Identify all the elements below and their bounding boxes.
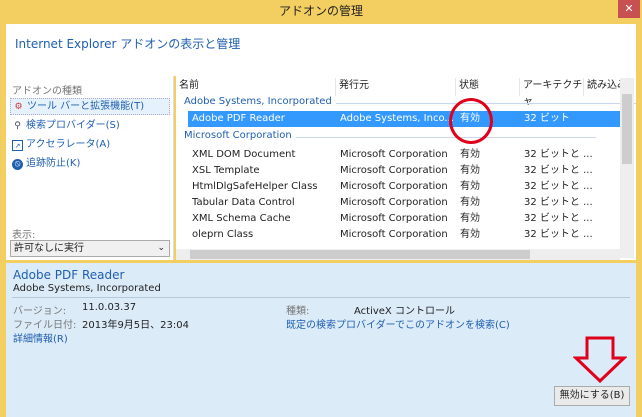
column-load[interactable]: 読み込み	[584, 78, 624, 96]
date-value: 2013年9月5日、23:04	[82, 320, 189, 331]
cell-publisher: Microsoft Corporation	[340, 165, 448, 176]
cell-status: 有効	[460, 197, 480, 208]
search-icon: ⚲	[14, 121, 21, 131]
accelerator-icon: ↗	[12, 140, 23, 151]
scroll-thumb[interactable]	[622, 94, 632, 164]
cell-name: XML Schema Cache	[192, 213, 291, 224]
cell-status: 有効	[460, 149, 480, 160]
column-name[interactable]: 名前	[176, 78, 336, 96]
gear-icon: ⚙	[14, 102, 23, 112]
sidebar-item-search[interactable]: ⚲ 検索プロバイダー(S)	[10, 118, 170, 135]
column-architecture[interactable]: アーキテクチャ	[520, 78, 584, 107]
cell-architecture: 32 ビットと ...	[524, 165, 593, 176]
cell-name: XML DOM Document	[192, 149, 296, 160]
cell-status: 有効	[460, 213, 480, 224]
scroll-thumb[interactable]	[190, 250, 530, 259]
detail-publisher: Adobe Systems, Incorporated	[13, 283, 161, 294]
table-row[interactable]: Tabular Data Control Microsoft Corporatio…	[188, 195, 620, 211]
cell-architecture: 32 ビットと ...	[524, 229, 593, 240]
sidebar-item-label: 検索プロバイダー(S)	[26, 120, 120, 131]
cell-publisher: Adobe Systems, Inco...	[340, 113, 454, 124]
type-label: 種類:	[286, 306, 310, 317]
cell-name: XSL Template	[192, 165, 260, 176]
group-header: Adobe Systems, Incorporated	[184, 96, 636, 107]
close-button[interactable]: ✕	[618, 0, 640, 18]
cell-status: 有効	[460, 165, 480, 176]
show-label: 表示:	[12, 230, 36, 241]
sidebar-item-label: 追跡防止(K)	[26, 158, 81, 169]
column-status[interactable]: 状態	[456, 78, 520, 96]
cell-architecture: 32 ビットと ...	[524, 213, 593, 224]
cell-name: Tabular Data Control	[192, 197, 295, 208]
show-dropdown[interactable]: 許可なしに実行 ⌄	[10, 240, 170, 257]
divider	[12, 297, 630, 298]
sidebar: アドオンの種類 ⚙ ツール バーと拡張機能(T) ⚲ 検索プロバイダー(S) ↗ アク…	[6, 76, 174, 260]
search-addon-link[interactable]: 既定の検索プロバイダーでこのアドオンを検索(C)	[286, 316, 510, 331]
detail-name: Adobe PDF Reader	[13, 268, 125, 282]
version-label: バージョン:	[13, 306, 67, 317]
sidebar-item-label: ツール バーと拡張機能(T)	[27, 101, 145, 112]
details-pane: Adobe PDF Reader Adobe Systems, Incorpor…	[6, 263, 636, 417]
cell-name: HtmlDlgSafeHelper Class	[192, 181, 318, 192]
cell-architecture: 32 ビットと ...	[524, 197, 593, 208]
table-row[interactable]: XML DOM Document Microsoft Corporation 有効 3…	[188, 147, 620, 163]
show-value: 許可なしに実行	[14, 243, 84, 254]
column-publisher[interactable]: 発行元	[336, 78, 456, 96]
table-row[interactable]: XSL Template Microsoft Corporation 有効 32 ビッ…	[188, 163, 620, 179]
cell-architecture: 32 ビットと ...	[524, 149, 593, 160]
cell-status: 有効	[460, 229, 480, 240]
annotation-circle	[449, 98, 493, 144]
cell-publisher: Microsoft Corporation	[340, 229, 448, 240]
horizontal-scrollbar[interactable]	[176, 249, 620, 260]
table-row[interactable]: Adobe PDF Reader Adobe Systems, Inco... …	[188, 111, 620, 127]
addon-table: 名前 発行元 状態 アーキテクチャ 読み込み Adobe Systems, In…	[176, 76, 636, 260]
table-row[interactable]: HtmlDlgSafeHelper Class Microsoft Corpora…	[188, 179, 620, 195]
cell-name: Adobe PDF Reader	[192, 113, 285, 124]
disable-button[interactable]: 無効にする(B)	[554, 386, 630, 406]
group-header: Microsoft Corporation	[184, 130, 595, 141]
window-title: アドオンの管理	[278, 4, 363, 18]
cell-architecture: 32 ビット	[524, 113, 570, 124]
header: Internet Explorer アドオンの表示と管理	[6, 24, 636, 76]
sidebar-item-label: アクセラレータ(A)	[26, 139, 111, 150]
page-title: Internet Explorer アドオンの表示と管理	[15, 37, 241, 51]
addon-types-label: アドオンの種類	[12, 86, 82, 97]
table-row[interactable]: XML Schema Cache Microsoft Corporation 有効 3…	[188, 211, 620, 227]
chevron-down-icon: ⌄	[157, 243, 165, 253]
date-label: ファイル日付:	[13, 320, 77, 331]
annotation-arrow-icon	[573, 336, 627, 384]
block-icon: ⦸	[12, 159, 23, 170]
vertical-scrollbar[interactable]	[620, 78, 634, 258]
sidebar-item-accelerators[interactable]: ↗ アクセラレータ(A)	[10, 137, 170, 154]
sidebar-item-tracking[interactable]: ⦸ 追跡防止(K)	[10, 156, 170, 173]
sidebar-item-toolbars[interactable]: ⚙ ツール バーと拡張機能(T)	[10, 98, 170, 115]
type-value: ActiveX コントロール	[354, 306, 455, 317]
cell-publisher: Microsoft Corporation	[340, 213, 448, 224]
cell-publisher: Microsoft Corporation	[340, 149, 448, 160]
cell-status: 有効	[460, 181, 480, 192]
cell-publisher: Microsoft Corporation	[340, 197, 448, 208]
more-info-link[interactable]: 詳細情報(R)	[13, 330, 68, 345]
table-row[interactable]: oleprn Class Microsoft Corporation 有効 32 ビッ…	[188, 227, 620, 243]
cell-name: oleprn Class	[192, 229, 254, 240]
cell-publisher: Microsoft Corporation	[340, 181, 448, 192]
cell-architecture: 32 ビットと ...	[524, 181, 593, 192]
version-value: 11.0.03.37	[82, 302, 137, 313]
